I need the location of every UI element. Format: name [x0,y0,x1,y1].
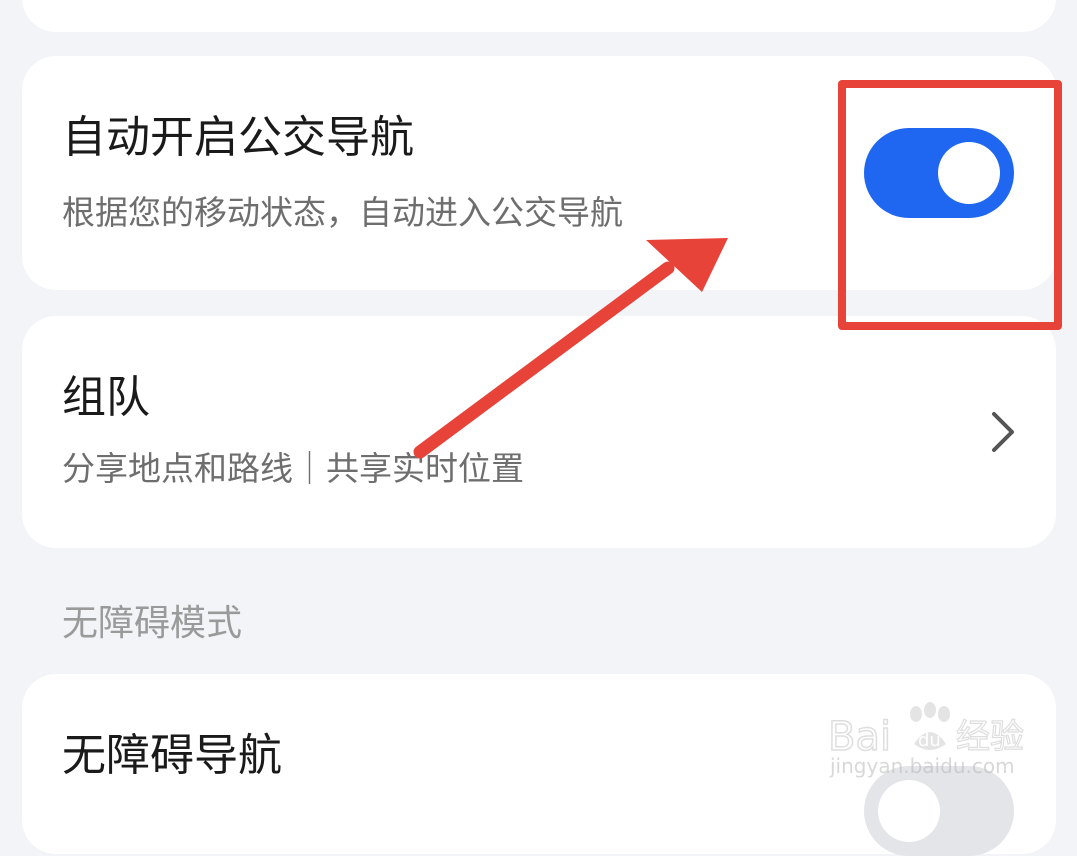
bus-nav-title: 自动开启公交导航 [62,112,414,163]
team-setting-card[interactable]: 组队 分享地点和路线｜共享实时位置 [22,316,1056,548]
baidu-paw-logo-icon: Bai du 经验 [827,702,1025,760]
bus-nav-subtitle: 根据您的移动状态，自动进入公交导航 [62,193,623,232]
annotation-highlight-box [838,80,1062,330]
svg-text:du: du [918,730,941,751]
svg-text:经验: 经验 [956,717,1024,757]
chevron-right-icon [992,412,1014,452]
previous-settings-card [22,0,1056,32]
team-title: 组队 [62,372,150,423]
baidu-watermark: Bai du 经验 jingyan.baidu.com [826,690,1026,790]
watermark-url: jingyan.baidu.com [830,754,1015,778]
accessibility-section-label: 无障碍模式 [62,603,243,644]
team-subtitle: 分享地点和路线｜共享实时位置 [62,449,524,488]
accessible-nav-title: 无障碍导航 [62,730,282,781]
